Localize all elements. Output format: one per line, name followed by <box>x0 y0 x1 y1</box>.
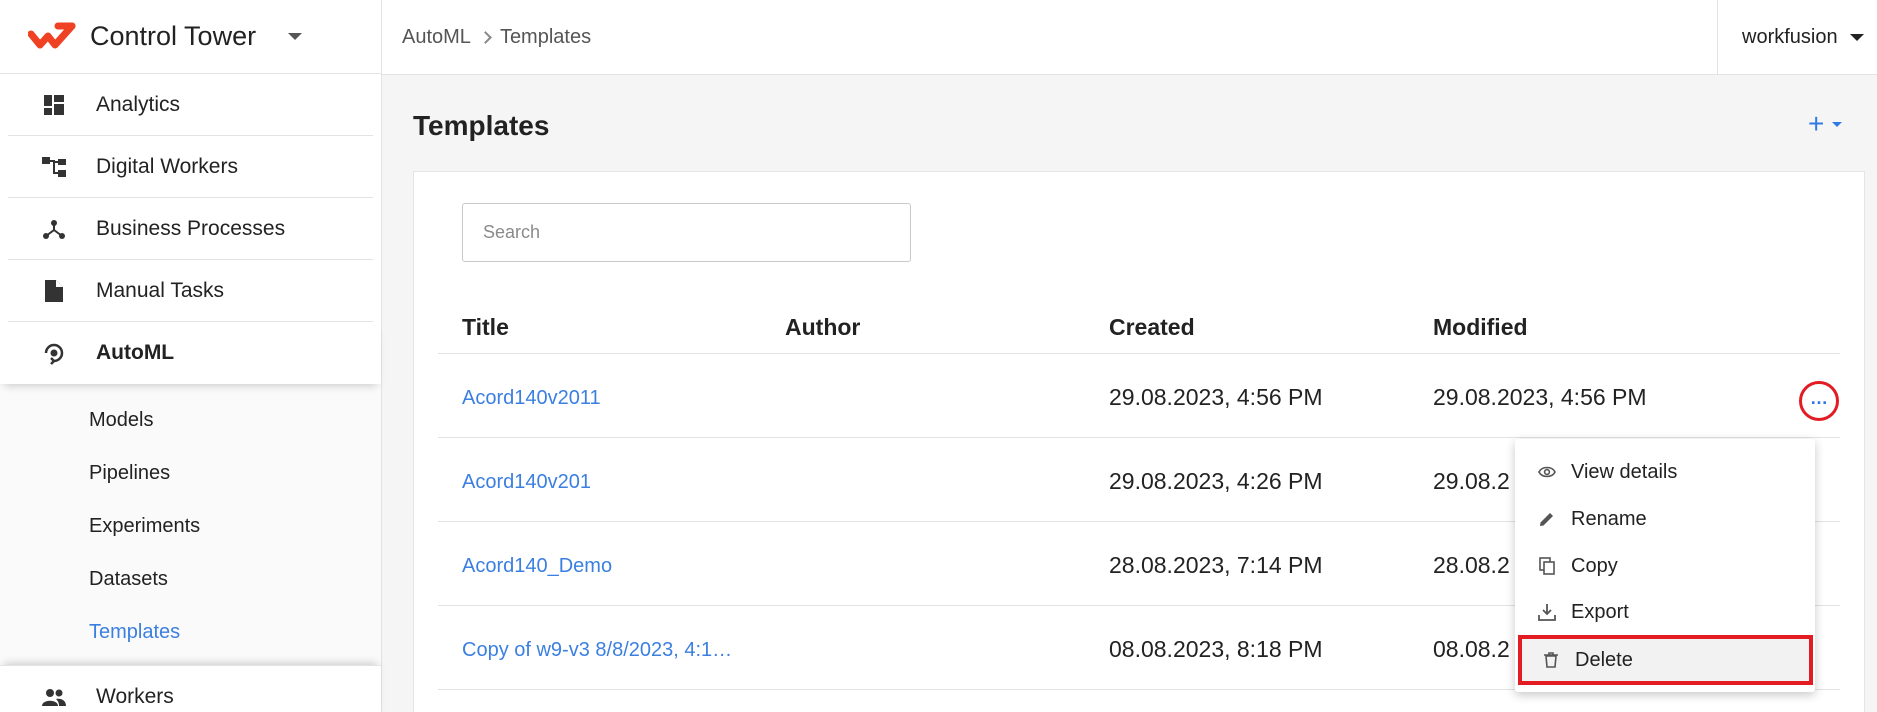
breadcrumb: AutoML Templates <box>382 26 591 49</box>
copy-icon <box>1537 556 1557 576</box>
menu-item-delete[interactable]: Delete <box>1518 635 1813 685</box>
brand-header[interactable]: Control Tower <box>0 0 381 74</box>
sidebar-item-label: Business Processes <box>96 216 286 240</box>
people-icon <box>41 684 67 710</box>
search-input[interactable] <box>462 203 911 262</box>
subnav-item-datasets[interactable]: Datasets <box>0 553 381 606</box>
sidebar-item-label: Digital Workers <box>96 154 238 178</box>
subnav-item-experiments[interactable]: Experiments <box>0 500 381 553</box>
add-template-button[interactable]: + <box>1808 108 1843 140</box>
document-icon <box>41 278 67 304</box>
sidebar-item-label: Analytics <box>96 92 181 116</box>
breadcrumb-automl[interactable]: AutoML <box>402 26 471 49</box>
template-modified: 08.08.2 <box>1433 636 1510 662</box>
subnav-item-models[interactable]: Models <box>0 394 381 447</box>
chevron-down-icon <box>1832 121 1843 127</box>
template-modified: 28.08.2 <box>1433 552 1510 578</box>
menu-item-copy[interactable]: Copy <box>1515 543 1815 589</box>
trash-icon <box>1541 650 1561 670</box>
hierarchy-icon <box>41 154 67 180</box>
template-title-link[interactable]: Acord140_Demo <box>462 555 612 578</box>
sidebar-item-workers[interactable]: Workers <box>0 665 381 712</box>
top-bar: AutoML Templates workfusion <box>382 0 1877 75</box>
sidebar-item-label: AutoML <box>96 341 175 364</box>
app-name: Control Tower <box>90 21 257 51</box>
column-header-created[interactable]: Created <box>1109 314 1195 341</box>
pencil-icon <box>1537 509 1557 529</box>
menu-item-label: Copy <box>1571 554 1618 577</box>
menu-item-view-details[interactable]: View details <box>1515 449 1815 495</box>
sidebar-item-label: Workers <box>96 684 174 708</box>
automl-icon <box>41 340 67 366</box>
menu-item-label: Delete <box>1575 648 1633 671</box>
chevron-right-icon <box>479 30 492 44</box>
menu-item-rename[interactable]: Rename <box>1515 496 1815 542</box>
column-header-title[interactable]: Title <box>462 314 509 341</box>
sidebar-item-analytics[interactable]: Analytics <box>8 74 373 136</box>
template-created: 28.08.2023, 7:14 PM <box>1109 552 1323 578</box>
eye-icon <box>1537 462 1557 482</box>
menu-item-label: Export <box>1571 600 1629 623</box>
menu-item-label: View details <box>1571 460 1678 483</box>
menu-item-export[interactable]: Export <box>1515 589 1815 635</box>
sidebar-item-label: Manual Tasks <box>96 278 225 302</box>
template-created: 08.08.2023, 8:18 PM <box>1109 636 1323 662</box>
process-icon <box>41 216 67 242</box>
download-icon <box>1537 602 1557 622</box>
sidebar-item-manual-tasks[interactable]: Manual Tasks <box>8 260 373 322</box>
template-title-link[interactable]: Acord140v201 <box>462 471 591 494</box>
page-title: Templates <box>413 110 550 141</box>
user-menu[interactable]: workfusion <box>1717 0 1877 74</box>
workfusion-logo-icon <box>28 22 76 48</box>
chevron-down-icon[interactable] <box>288 33 303 40</box>
dashboard-icon <box>41 92 67 118</box>
table-header: Title Author Created Modified <box>438 292 1840 354</box>
sidebar-item-digital-workers[interactable]: Digital Workers <box>8 136 373 198</box>
subnav-item-pipelines[interactable]: Pipelines <box>0 447 381 500</box>
plus-icon: + <box>1808 108 1825 139</box>
template-title-link[interactable]: Copy of w9-v3 8/8/2023, 4:1… <box>462 639 732 662</box>
template-modified: 29.08.2 <box>1433 468 1510 494</box>
menu-item-label: Rename <box>1571 507 1647 530</box>
more-horizontal-icon: … <box>1810 387 1828 408</box>
template-created: 29.08.2023, 4:26 PM <box>1109 468 1323 494</box>
table-row: Acord140v2011 29.08.2023, 4:56 PM 29.08.… <box>438 354 1840 438</box>
column-header-author[interactable]: Author <box>785 314 860 341</box>
breadcrumb-templates: Templates <box>499 25 592 48</box>
sidebar: Control Tower Analytics Digital Workers … <box>0 0 382 712</box>
column-header-modified[interactable]: Modified <box>1433 314 1528 341</box>
subnav-item-templates[interactable]: Templates <box>0 606 381 659</box>
template-modified: 29.08.2023, 4:56 PM <box>1433 384 1647 410</box>
more-actions-button[interactable]: … <box>1799 381 1839 421</box>
sidebar-item-business-processes[interactable]: Business Processes <box>8 198 373 260</box>
sidebar-item-automl[interactable]: AutoML <box>0 322 381 384</box>
automl-subnav: Models Pipelines Experiments Datasets Te… <box>0 384 381 665</box>
chevron-down-icon <box>1849 33 1864 41</box>
template-title-link[interactable]: Acord140v2011 <box>462 387 601 410</box>
template-created: 29.08.2023, 4:56 PM <box>1109 384 1323 410</box>
row-actions-menu: View details Rename Copy Export Delete <box>1515 439 1815 692</box>
user-name: workfusion <box>1742 25 1838 48</box>
